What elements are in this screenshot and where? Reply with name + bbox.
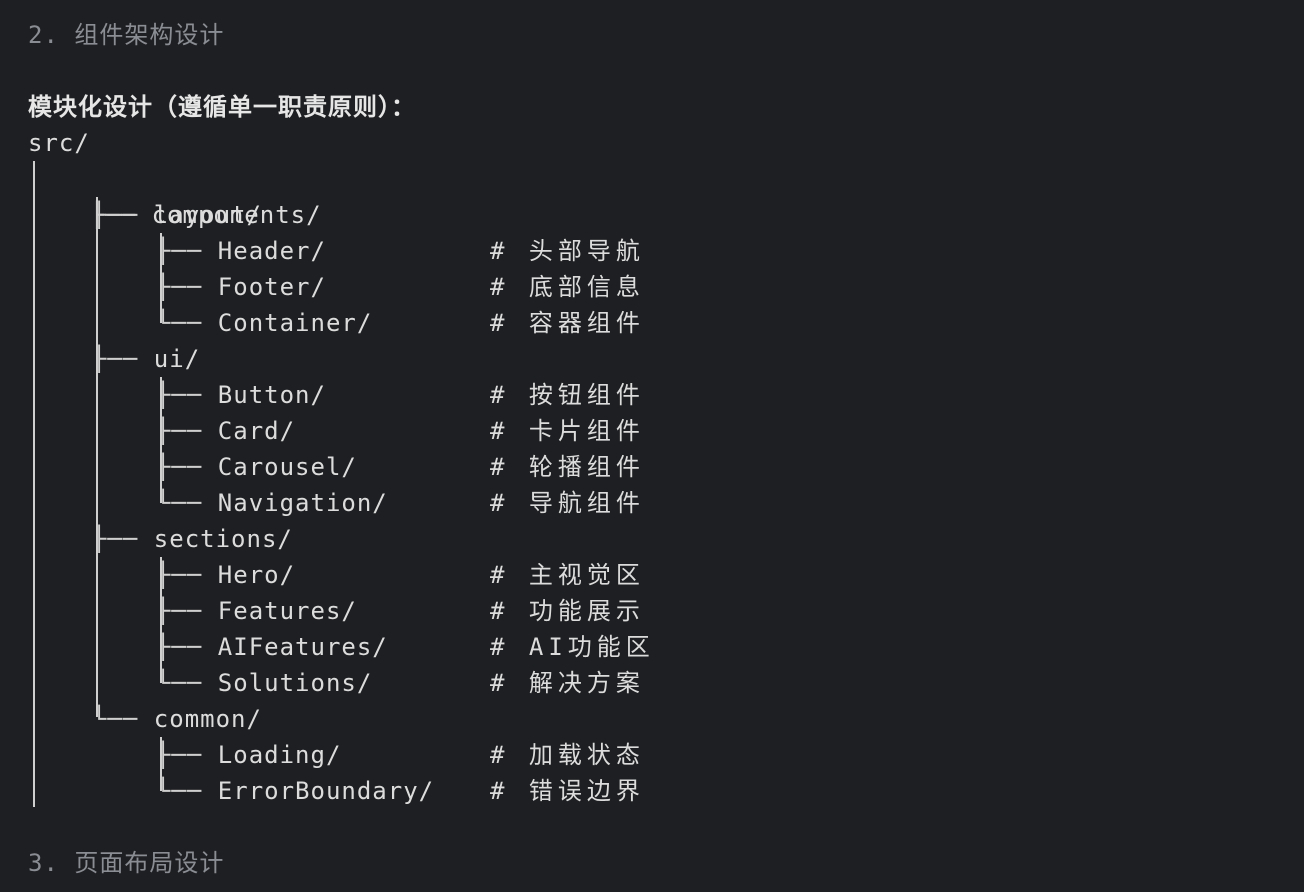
tree-node-item[interactable]: ├── Card/ [156,413,295,449]
node-comment: # 解决方案 [490,669,645,697]
tree-node-item[interactable]: └── ErrorBoundary/ [156,773,434,809]
node-label: ui/ [153,345,201,373]
tree-node-components[interactable]: ├── components/ [28,161,322,229]
branch-glyph: ├── [92,201,154,229]
branch-glyph: ├── [156,273,218,301]
tree-node-group[interactable]: ├── ui/ [92,341,200,377]
branch-glyph: └── [156,309,218,337]
tree-node-item[interactable]: ├── Features/ [156,593,357,629]
node-label: sections/ [153,525,293,553]
branch-glyph: └── [156,777,218,805]
section-heading-prev: 2. 组件架构设计 [28,21,225,49]
node-label: AIFeatures/ [217,633,388,661]
node-label: Card/ [217,417,296,445]
branch-glyph: ├── [156,561,218,589]
tree-node-item[interactable]: ├── Loading/ [156,737,341,773]
node-comment: # AI功能区 [490,633,655,661]
branch-glyph: ├── [156,597,218,625]
tree-node-item[interactable]: └── Solutions/ [156,665,372,701]
branch-glyph: ├── [156,237,218,265]
node-comment: # 导航组件 [490,489,645,517]
node-comment: # 轮播组件 [490,453,645,481]
branch-glyph: └── [92,705,154,733]
node-comment: # 按钮组件 [490,381,645,409]
code-editor[interactable]: 2. 组件架构设计 模块化设计（遵循单一职责原则）： src/ ├── comp… [0,0,1304,892]
tree-node-item[interactable]: └── Navigation/ [156,485,388,521]
node-comment: # 错误边界 [490,777,645,805]
node-label: ErrorBoundary/ [217,777,435,805]
node-label: Loading/ [217,741,342,769]
tree-node-item[interactable]: ├── AIFeatures/ [156,629,388,665]
node-label: Container/ [217,309,373,337]
node-comment: # 加载状态 [490,741,645,769]
tree-node-item[interactable]: ├── Header/ [156,233,326,269]
node-label: Solutions/ [217,669,373,697]
tree-node-group[interactable]: ├── layout/ [92,197,262,233]
tree-guide-components [96,197,98,717]
tree-node-item[interactable]: ├── Footer/ [156,269,326,305]
node-label: Button/ [217,381,326,409]
branch-glyph: ├── [156,381,218,409]
tree-node-item[interactable]: ├── Hero/ [156,557,295,593]
node-comment: # 头部导航 [490,237,645,265]
node-label: Navigation/ [217,489,388,517]
tree-node-group[interactable]: ├── sections/ [92,521,293,557]
section-heading-next: 3. 页面布局设计 [28,849,225,877]
node-label: Hero/ [217,561,296,589]
branch-glyph: └── [156,489,218,517]
branch-glyph: ├── [156,633,218,661]
node-label: Features/ [217,597,357,625]
tree-node-item[interactable]: └── Container/ [156,305,372,341]
node-label: Carousel/ [217,453,357,481]
branch-glyph: ├── [156,741,218,769]
node-label: common/ [153,705,262,733]
intro-title: 模块化设计（遵循单一职责原则）： [28,93,416,121]
branch-glyph: └── [156,669,218,697]
branch-glyph: ├── [156,453,218,481]
node-comment: # 底部信息 [490,273,645,301]
tree-node-item[interactable]: ├── Button/ [156,377,326,413]
node-comment: # 功能展示 [490,597,645,625]
branch-glyph: ├── [92,345,154,373]
tree-node-group[interactable]: └── common/ [92,701,262,737]
node-comment: # 容器组件 [490,309,645,337]
branch-glyph: ├── [156,417,218,445]
node-label: layout/ [153,201,262,229]
tree-node-item[interactable]: ├── Carousel/ [156,449,357,485]
branch-glyph: ├── [92,525,154,553]
node-label: Footer/ [217,273,326,301]
node-comment: # 卡片组件 [490,417,645,445]
tree-root: src/ [28,129,90,157]
node-label: Header/ [217,237,326,265]
node-comment: # 主视觉区 [490,561,645,589]
